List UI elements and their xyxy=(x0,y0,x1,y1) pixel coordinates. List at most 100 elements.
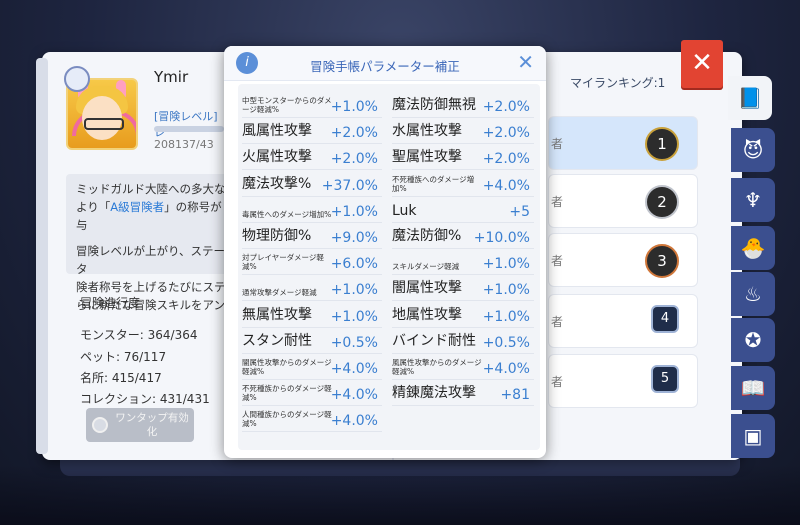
stat-value: +4.0% xyxy=(330,413,378,430)
stat-value: +2.0% xyxy=(330,125,378,142)
medal-icon[interactable]: ✪ xyxy=(731,318,775,362)
stat-value: +4.0% xyxy=(482,177,530,194)
stat-value: +5 xyxy=(509,203,530,220)
stat-name: 水属性攻撃 xyxy=(392,123,462,140)
stat-name: 毒属性へのダメージ増加% xyxy=(242,209,332,219)
stat-row: 毒属性へのダメージ増加% +1.0% xyxy=(242,199,382,223)
stat-value: +81 xyxy=(500,387,530,404)
desc-line: 冒険レベルが上がり、ステータ xyxy=(76,244,226,276)
open-book-icon[interactable]: 📖 xyxy=(731,366,775,410)
stat-row: 風属性攻撃からのダメージ軽減% +4.0% xyxy=(392,356,534,380)
progress-pet: ペット: 76/117 xyxy=(80,350,167,364)
stat-value: +1.0% xyxy=(330,282,378,299)
close-button[interactable]: ✕ xyxy=(681,40,723,88)
progress-collection: コレクション: 431/431 xyxy=(80,392,210,406)
ranking-row[interactable]: 者 5 xyxy=(548,354,698,408)
stat-value: +37.0% xyxy=(321,177,378,194)
rank-number-badge-icon: 4 xyxy=(651,305,679,333)
stat-row: 水属性攻撃 +2.0% xyxy=(392,120,534,145)
monster-face-icon[interactable]: 😈 xyxy=(731,128,775,172)
adventure-level-label: [冒険レベル]レ xyxy=(154,110,218,139)
stat-value: +0.5% xyxy=(482,334,530,351)
stat-value: +6.0% xyxy=(330,256,378,273)
guild-emblem-icon xyxy=(64,66,90,92)
one-tap-label: ワンタップ有効化 xyxy=(115,412,189,438)
rank-highlight: A級冒険者 xyxy=(110,200,165,214)
stat-row: 風属性攻撃 +2.0% xyxy=(242,120,382,145)
stat-name: 魔法防御% xyxy=(392,228,462,244)
progress-landmark: 名所: 415/417 xyxy=(80,371,162,385)
stat-name: 聖属性攻撃 xyxy=(392,149,462,166)
stat-value: +1.0% xyxy=(330,308,378,325)
stat-row: 人間種族からのダメージ軽減% +4.0% xyxy=(242,408,382,433)
desc-line: より「A級冒険者」の称号が与 xyxy=(76,200,222,232)
stat-row: 聖属性攻撃 +2.0% xyxy=(392,146,534,171)
stat-name: スタン耐性 xyxy=(242,332,312,349)
stat-row: スタン耐性 +0.5% xyxy=(242,330,382,354)
stat-name: 対プレイヤーダメージ軽減% xyxy=(242,253,324,272)
stat-name: 無属性攻撃 xyxy=(242,306,312,323)
horns-icon[interactable]: ♆ xyxy=(731,178,775,222)
player-name: Ymir xyxy=(154,68,189,86)
ranking-row[interactable]: 者 4 xyxy=(548,294,698,348)
stat-name: 闇属性攻撃からのダメージ軽減% xyxy=(242,358,332,376)
one-tap-enable-button[interactable]: ワンタップ有効化 xyxy=(86,408,194,442)
ranking-row[interactable]: 者 2 xyxy=(548,174,698,228)
silver-rank-badge-icon: 2 xyxy=(645,185,679,219)
modal-title: 冒険手帳パラメーター補正 xyxy=(310,59,460,74)
stat-row: 不死種族へのダメージ増加% +4.0% xyxy=(392,173,534,197)
modal-header: i 冒険手帳パラメーター補正 ✕ xyxy=(224,46,546,81)
stat-name: 不死種族からのダメージ軽減% xyxy=(242,384,332,403)
gold-rank-badge-icon: 1 xyxy=(645,127,679,161)
stat-value: +1.0% xyxy=(330,203,378,220)
stat-name: 風属性攻撃 xyxy=(242,123,312,140)
stat-name: 風属性攻撃からのダメージ軽減% xyxy=(392,358,482,376)
stat-row: バインド耐性 +0.5% xyxy=(392,330,534,354)
desc-line: ミッドガルド大陸への多大な xyxy=(76,182,226,196)
book-icon[interactable]: 📘 xyxy=(728,76,772,120)
stat-value: +9.0% xyxy=(330,230,378,246)
ranking-row[interactable]: 者 3 xyxy=(548,233,698,287)
stat-row: 物理防御% +9.0% xyxy=(242,225,382,249)
stat-name: 中型モンスターからのダメージ軽減% xyxy=(242,96,332,114)
stat-row: 不死種族からのダメージ軽減% +4.0% xyxy=(242,382,382,407)
stat-name: 魔法攻撃% xyxy=(242,175,312,192)
stat-name: 闇属性攻撃 xyxy=(392,280,462,297)
stat-name: 物理防御% xyxy=(242,228,312,244)
stat-name: 精錬魔法攻撃 xyxy=(392,385,476,402)
stat-value: +4.0% xyxy=(330,387,378,404)
stat-value: +4.0% xyxy=(482,361,530,377)
stat-row: Luk +5 xyxy=(392,199,534,223)
stat-value: +2.0% xyxy=(482,99,530,115)
stat-value: +1.0% xyxy=(330,99,378,115)
stat-name: バインド耐性 xyxy=(392,332,476,349)
stat-value: +2.0% xyxy=(482,125,530,142)
chef-hat-icon[interactable]: ♨ xyxy=(731,272,775,316)
glasses-graphic xyxy=(84,118,124,130)
card-icon[interactable]: ▣ xyxy=(731,414,775,458)
ranking-row[interactable]: 者 1 xyxy=(548,116,698,170)
stat-row: 対プレイヤーダメージ軽減% +6.0% xyxy=(242,251,382,276)
stat-name: スキルダメージ軽減 xyxy=(392,262,460,272)
parameter-bonus-modal: i 冒険手帳パラメーター補正 ✕ 中型モンスターからのダメージ軽減% +1.0% 風… xyxy=(224,46,546,458)
stat-value: +10.0% xyxy=(473,230,530,246)
stat-row: スキルダメージ軽減 +1.0% xyxy=(392,251,534,276)
stat-value: +2.0% xyxy=(330,151,378,168)
stat-name: 人間種族からのダメージ軽減% xyxy=(242,410,332,429)
my-ranking-label: マイランキング:1 xyxy=(570,76,666,90)
progress-title: 冒険進行度 xyxy=(80,296,141,310)
stat-name: 不死種族へのダメージ増加% xyxy=(392,174,475,193)
stats-scroll-area[interactable]: 中型モンスターからのダメージ軽減% +1.0% 風属性攻撃 +2.0% 火属性攻撃 +2.… xyxy=(238,84,540,450)
stat-row: 無属性攻撃 +1.0% xyxy=(242,304,382,328)
pet-icon[interactable]: 🐣 xyxy=(731,226,775,270)
stat-row: 魔法防御% +10.0% xyxy=(392,225,534,249)
stat-value: +1.0% xyxy=(482,256,530,273)
stat-name: 火属性攻撃 xyxy=(242,149,312,166)
stat-row: 魔法防御無視 +2.0% xyxy=(392,94,534,118)
close-icon[interactable]: ✕ xyxy=(517,52,534,72)
stat-row: 地属性攻撃 +1.0% xyxy=(392,304,534,328)
stat-name: 地属性攻撃 xyxy=(392,306,462,323)
stat-name: 通常攻撃ダメージ軽減 xyxy=(242,288,317,298)
stat-row: 中型モンスターからのダメージ軽減% +1.0% xyxy=(242,94,382,118)
stat-value: +0.5% xyxy=(330,334,378,351)
